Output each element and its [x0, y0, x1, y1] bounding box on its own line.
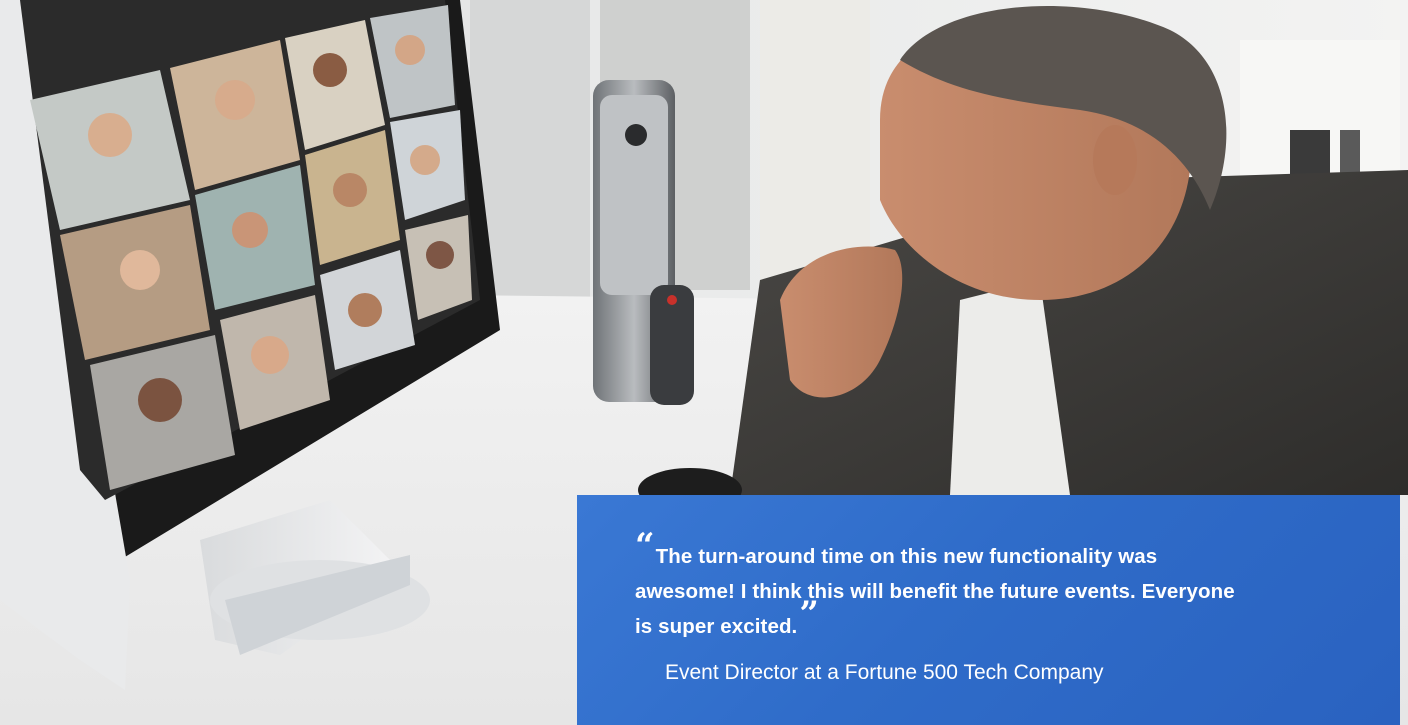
open-quote-mark: “ [635, 526, 655, 566]
close-quote-mark: ” [799, 594, 820, 634]
quote-body: The turn-around time on this new functio… [635, 545, 1235, 638]
testimonial-quote: “The turn-around time on this new functi… [635, 529, 1235, 644]
testimonial-attribution: Event Director at a Fortune 500 Tech Com… [665, 661, 1104, 684]
hero-scene: “The turn-around time on this new functi… [0, 0, 1408, 725]
testimonial-panel: “The turn-around time on this new functi… [577, 495, 1400, 725]
